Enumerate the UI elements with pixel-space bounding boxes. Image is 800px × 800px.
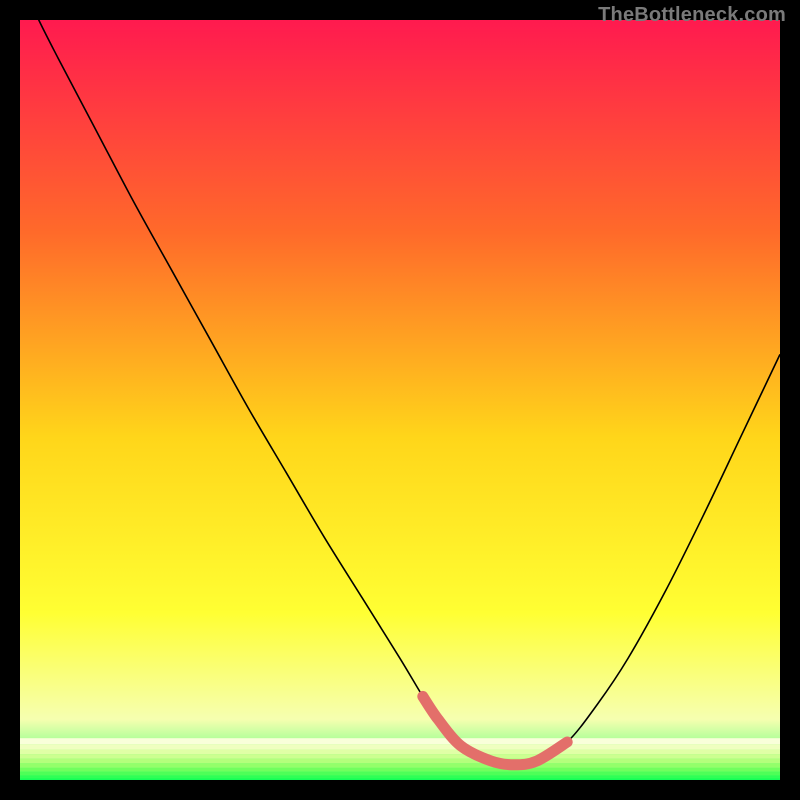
chart-frame: TheBottleneck.com bbox=[0, 0, 800, 800]
watermark-text: TheBottleneck.com bbox=[598, 4, 786, 27]
background-gradient bbox=[20, 20, 780, 780]
plot-area bbox=[20, 20, 780, 780]
